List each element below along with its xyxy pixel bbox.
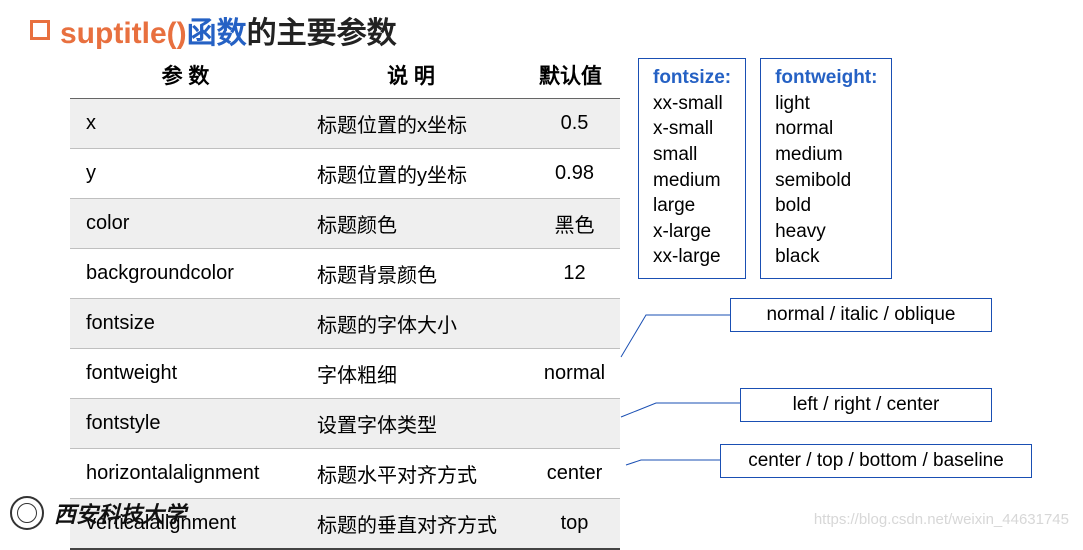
- cell-desc: 字体粗细: [301, 349, 521, 399]
- th-param: 参 数: [70, 56, 301, 99]
- fontsize-value: x-small: [653, 116, 731, 142]
- watermark: https://blog.csdn.net/weixin_44631745: [814, 511, 1069, 528]
- cell-def: 12: [521, 249, 620, 299]
- th-desc: 说 明: [301, 56, 521, 99]
- cell-def: [521, 399, 620, 449]
- footer: 西安科技大学: [10, 496, 186, 530]
- callout-halign: left / right / center: [740, 388, 992, 422]
- fontweight-value: semibold: [775, 168, 877, 194]
- title-func: suptitle(): [60, 17, 187, 50]
- callout-text: center / top / bottom / baseline: [748, 450, 1004, 471]
- cell-def: center: [521, 449, 620, 499]
- fontweight-value: bold: [775, 193, 877, 219]
- cell-desc: 标题水平对齐方式: [301, 449, 521, 499]
- fontweight-heading: fontweight:: [775, 65, 877, 91]
- fontweight-box: fontweight: light normal medium semibold…: [760, 58, 892, 279]
- callout-text: left / right / center: [793, 394, 940, 415]
- university-name: 西安科技大学: [54, 497, 186, 529]
- cell-desc: 标题颜色: [301, 199, 521, 249]
- fontsize-value: small: [653, 142, 731, 168]
- fontsize-box: fontsize: xx-small x-small small medium …: [638, 58, 746, 279]
- fontweight-value: light: [775, 91, 877, 117]
- cell-def: [521, 299, 620, 349]
- th-def: 默认值: [521, 56, 620, 99]
- fontweight-value: normal: [775, 116, 877, 142]
- cell-param: backgroundcolor: [70, 249, 301, 299]
- table-row: backgroundcolor标题背景颜色12: [70, 249, 620, 299]
- cell-desc: 标题背景颜色: [301, 249, 521, 299]
- table-row: fontstyle设置字体类型: [70, 399, 620, 449]
- page-title: suptitle()函数的主要参数: [60, 8, 397, 52]
- callout-valign: center / top / bottom / baseline: [720, 444, 1032, 478]
- fontweight-value: medium: [775, 142, 877, 168]
- callout-arrow-icon: [621, 307, 731, 367]
- cell-desc: 标题位置的x坐标: [301, 99, 521, 149]
- fontsize-heading: fontsize:: [653, 65, 731, 91]
- title-suffix: 的主要参数: [247, 17, 397, 50]
- fontsize-value: medium: [653, 168, 731, 194]
- callout-fontstyle: normal / italic / oblique: [730, 298, 992, 332]
- cell-param: fontweight: [70, 349, 301, 399]
- bullet-icon: [30, 20, 50, 40]
- cell-def: normal: [521, 349, 620, 399]
- callout-arrow-icon: [621, 393, 741, 421]
- cell-def: 黑色: [521, 199, 620, 249]
- cell-desc: 设置字体类型: [301, 399, 521, 449]
- cell-desc: 标题的字体大小: [301, 299, 521, 349]
- university-seal-icon: [10, 496, 44, 530]
- cell-param: x: [70, 99, 301, 149]
- cell-param: y: [70, 149, 301, 199]
- table-row: fontweight字体粗细normal: [70, 349, 620, 399]
- fontsize-value: xx-large: [653, 244, 731, 270]
- fontweight-value: heavy: [775, 219, 877, 245]
- table-row: x标题位置的x坐标0.5: [70, 99, 620, 149]
- cell-param: fontstyle: [70, 399, 301, 449]
- cell-def: top: [521, 499, 620, 550]
- table-row: horizontalalignment标题水平对齐方式center: [70, 449, 620, 499]
- cell-param: fontsize: [70, 299, 301, 349]
- page-title-row: suptitle()函数的主要参数: [0, 0, 1083, 52]
- side-boxes: fontsize: xx-small x-small small medium …: [638, 56, 892, 279]
- cell-def: 0.98: [521, 149, 620, 199]
- callout-arrow-icon: [626, 453, 721, 467]
- cell-desc: 标题位置的y坐标: [301, 149, 521, 199]
- cell-param: horizontalalignment: [70, 449, 301, 499]
- cell-param: color: [70, 199, 301, 249]
- params-table: 参 数 说 明 默认值 x标题位置的x坐标0.5 y标题位置的y坐标0.98 c…: [70, 56, 620, 550]
- table-row: color标题颜色黑色: [70, 199, 620, 249]
- cell-def: 0.5: [521, 99, 620, 149]
- cell-desc: 标题的垂直对齐方式: [301, 499, 521, 550]
- table-row: fontsize标题的字体大小: [70, 299, 620, 349]
- callout-text: normal / italic / oblique: [766, 304, 955, 325]
- fontsize-value: x-large: [653, 219, 731, 245]
- fontsize-value: large: [653, 193, 731, 219]
- fontweight-value: black: [775, 244, 877, 270]
- fontsize-value: xx-small: [653, 91, 731, 117]
- table-row: y标题位置的y坐标0.98: [70, 149, 620, 199]
- title-func-cn: 函数: [187, 17, 247, 50]
